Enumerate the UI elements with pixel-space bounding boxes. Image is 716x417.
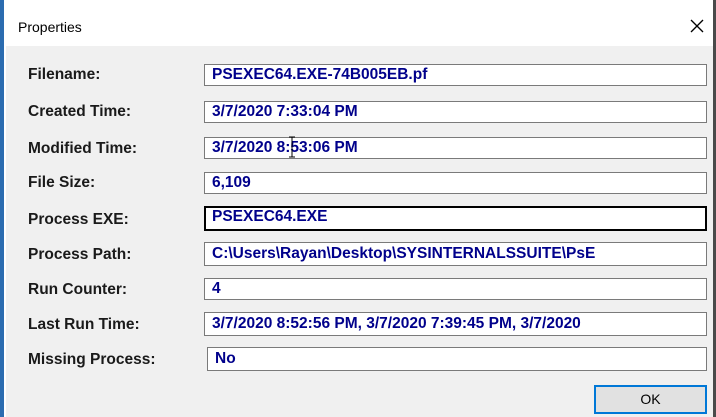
process-exe-label: Process EXE: bbox=[28, 211, 129, 228]
filename-label: Filename: bbox=[28, 66, 101, 83]
missing-process-field[interactable]: No bbox=[207, 347, 707, 371]
properties-dialog: Properties Filename: PSEXEC64.EXE-74B005… bbox=[0, 0, 716, 417]
created-time-field[interactable]: 3/7/2020 7:33:04 PM bbox=[204, 101, 707, 123]
modified-time-label: Modified Time: bbox=[28, 140, 138, 157]
modified-time-field[interactable]: 3/7/2020 8:53:06 PM bbox=[204, 137, 707, 159]
file-size-field[interactable]: 6,109 bbox=[204, 172, 707, 194]
created-time-label: Created Time: bbox=[28, 103, 132, 120]
window-title: Properties bbox=[18, 19, 82, 35]
ok-button[interactable]: OK bbox=[594, 385, 707, 414]
run-counter-field[interactable]: 4 bbox=[204, 278, 707, 300]
process-path-field[interactable]: C:\Users\Rayan\Desktop\SYSINTERNALSSUITE… bbox=[204, 242, 707, 266]
process-exe-field[interactable]: PSEXEC64.EXE bbox=[204, 206, 707, 231]
window-frame-left-inner bbox=[4, 0, 6, 417]
process-path-label: Process Path: bbox=[28, 246, 132, 263]
text-cursor-ibeam-icon bbox=[288, 136, 296, 158]
filename-field[interactable]: PSEXEC64.EXE-74B005EB.pf bbox=[204, 64, 707, 86]
last-run-time-field[interactable]: 3/7/2020 8:52:56 PM, 3/7/2020 7:39:45 PM… bbox=[204, 312, 707, 336]
missing-process-label: Missing Process: bbox=[28, 351, 156, 368]
file-size-label: File Size: bbox=[28, 174, 96, 191]
title-bar[interactable]: Properties bbox=[6, 0, 713, 46]
close-icon[interactable] bbox=[682, 10, 712, 40]
last-run-time-label: Last Run Time: bbox=[28, 316, 140, 333]
run-counter-label: Run Counter: bbox=[28, 281, 128, 298]
